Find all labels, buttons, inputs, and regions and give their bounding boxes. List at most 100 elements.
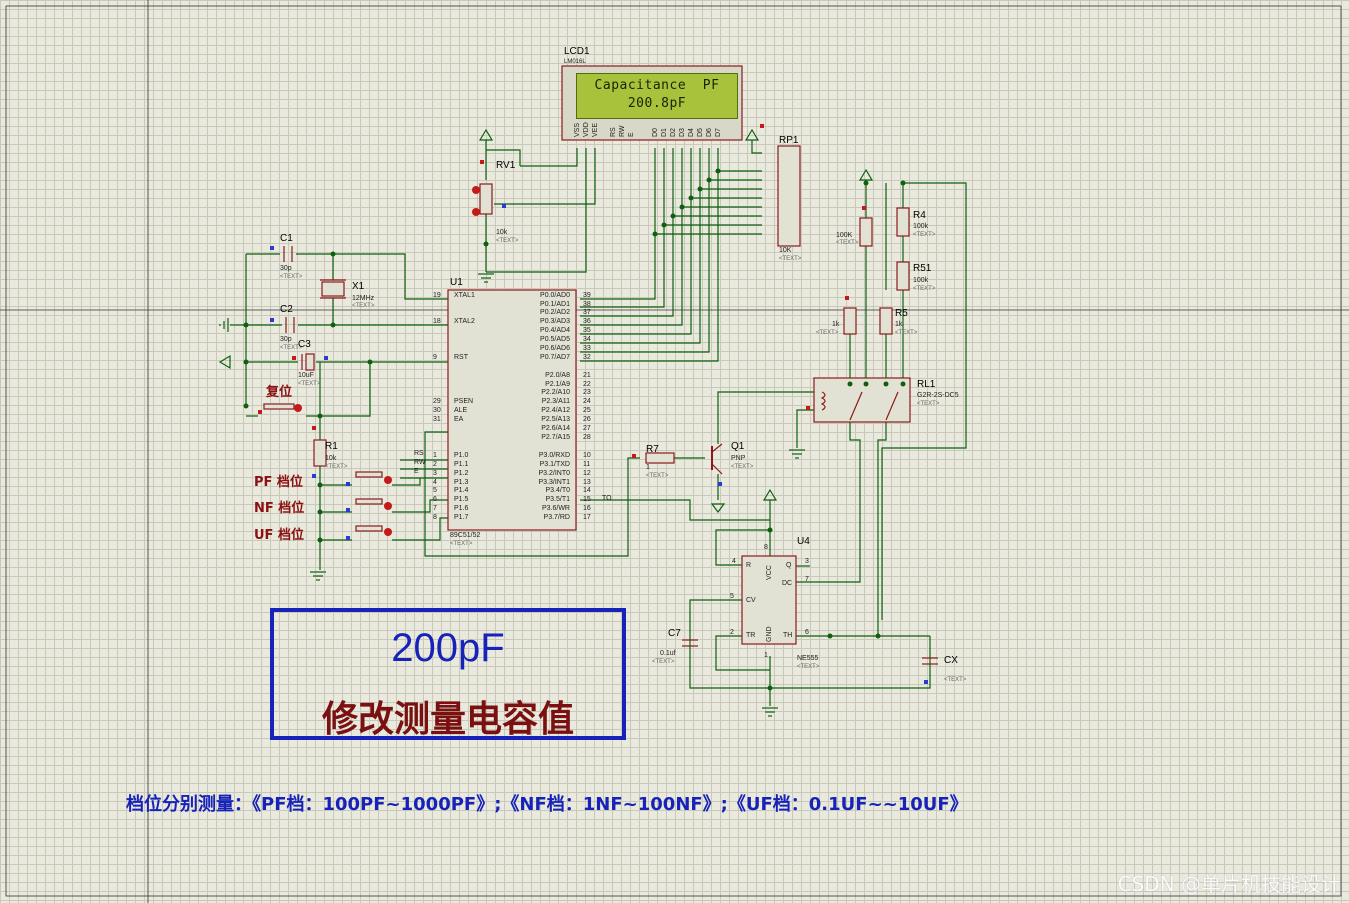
net-rs: RS (414, 450, 424, 457)
u4-num-1: 1 (764, 652, 768, 659)
c1-ref: C1 (280, 233, 293, 244)
x1-value: 12MHz (352, 295, 375, 302)
u1-pin-num-9: 9 (433, 354, 437, 361)
rp1-ref: RP1 (779, 135, 799, 146)
u4-pin-gnd: GND (766, 626, 773, 642)
reset-button-label[interactable]: 复位 (266, 381, 292, 400)
u4-num-4: 4 (732, 558, 736, 565)
u1-pin-p3-4-t0: P3.4/T0 (545, 487, 570, 494)
lcd-pin-rs: RS (610, 127, 617, 137)
q1-part: PNP (731, 455, 746, 462)
r1k-value: 1k (832, 321, 840, 328)
u1-pin-p1-3: P1.3 (454, 479, 469, 486)
info-value: 200pF (391, 626, 505, 670)
u1-pin-num-23: 23 (583, 389, 591, 396)
lcd-pin-d1: D1 (661, 128, 668, 137)
u1-pin-num-1: 1 (433, 452, 437, 459)
rv1-text: <TEXT> (496, 238, 519, 244)
rp1-value: 10K (779, 247, 792, 254)
u1-pin-num-18: 18 (433, 318, 441, 325)
u1-pin-num-39: 39 (583, 292, 591, 299)
r7-text: <TEXT> (646, 473, 669, 479)
rl1-text: <TEXT> (917, 401, 940, 407)
u1-pin-num-3: 3 (433, 470, 437, 477)
u1-pin-p0-3-ad3: P0.3/AD3 (540, 318, 570, 325)
lcd-pin-d5: D5 (697, 128, 704, 137)
u4-pin-tr: TR (746, 632, 756, 639)
r5-value: 1k (895, 321, 903, 328)
r100k-text: <TEXT> (836, 240, 859, 246)
u1-pin-num-36: 36 (583, 318, 591, 325)
u1-pin-num-25: 25 (583, 407, 591, 414)
nf-button-label[interactable]: NF 档位 (254, 497, 304, 516)
c3-text: <TEXT> (298, 381, 321, 387)
u1-pin-p2-0-a8: P2.0/A8 (545, 372, 570, 379)
c2-ref: C2 (280, 304, 293, 315)
u1-pin-num-2: 2 (433, 461, 437, 468)
u1-pin-p3-5-t1: P3.5/T1 (545, 496, 570, 503)
u1-pin-p0-1-ad1: P0.1/AD1 (540, 301, 570, 308)
rv1-value: 10k (496, 229, 508, 236)
u1-pin-num-16: 16 (583, 505, 591, 512)
uf-button-label[interactable]: UF 档位 (254, 524, 304, 543)
u1-pin-p3-0-rxd: P3.0/RXD (538, 452, 570, 459)
u1-pin-num-22: 22 (583, 381, 591, 388)
r7-value: 1 (646, 464, 650, 471)
u1-pin-p2-6-a14: P2.6/A14 (541, 425, 570, 432)
u4-text: <TEXT> (797, 664, 820, 670)
u1-pin-num-4: 4 (433, 479, 437, 486)
u1-pin-num-12: 12 (583, 470, 591, 477)
lcd-line-2: 200.8pF (627, 96, 687, 111)
u1-pin-xtal2: XTAL2 (454, 318, 475, 325)
lcd-pin-d2: D2 (670, 128, 677, 137)
lcd-pin-d3: D3 (679, 128, 686, 137)
u1-pin-p3-7-rd: P3.7/RD (543, 514, 570, 521)
r1k-text: <TEXT> (816, 330, 839, 336)
u1-pin-p2-4-a12: P2.4/A12 (541, 407, 570, 414)
r7-ref: R7 (646, 444, 659, 455)
watermark: CSDN @单片机技能设计 (1117, 872, 1341, 896)
cx-ref: CX (944, 655, 958, 666)
pf-button-label[interactable]: PF 档位 (254, 471, 303, 490)
u4-pin-dc: DC (782, 580, 793, 587)
c1-text: <TEXT> (280, 274, 303, 280)
info-box: 200pF 修改测量电容值 (270, 608, 626, 740)
u1-text: <TEXT> (450, 541, 473, 547)
u1-pin-p2-7-a15: P2.7/A15 (541, 434, 570, 441)
u1-pin-num-21: 21 (583, 372, 591, 379)
u4-pin-q: Q (786, 562, 792, 569)
u1-pin-p2-5-a13: P2.5/A13 (541, 416, 570, 423)
u1-pin-num-17: 17 (583, 514, 591, 521)
u4-pin-cv: CV (746, 597, 756, 604)
u1-pin-num-29: 29 (433, 398, 441, 405)
lcd-pin-vss: VSS (574, 122, 581, 137)
q1-text: <TEXT> (731, 464, 754, 470)
u1-pin-p0-4-ad4: P0.4/AD4 (540, 327, 570, 334)
u1-pin-num-38: 38 (583, 301, 591, 308)
u1-pin-ale: ALE (454, 407, 468, 414)
r51-text: <TEXT> (913, 286, 936, 292)
u1-pin-p1-0: P1.0 (454, 452, 469, 459)
u1-pin-p3-6-wr: P3.6/WR (541, 505, 570, 512)
r1-value: 10k (325, 455, 337, 462)
u1-pin-p0-0-ad0: P0.0/AD0 (540, 292, 570, 299)
u4-num-8: 8 (764, 544, 768, 551)
x1-ref: X1 (352, 281, 365, 292)
lcd-pin-d7: D7 (715, 128, 722, 137)
cx-text: <TEXT> (944, 677, 967, 683)
u1-pin-p1-6: P1.6 (454, 505, 469, 512)
u1-pin-num-14: 14 (583, 487, 591, 494)
u1-pin-num-31: 31 (433, 416, 441, 423)
u1-pin-p1-5: P1.5 (454, 496, 469, 503)
u1-pin-p0-6-ad6: P0.6/AD6 (540, 345, 570, 352)
u4-pin-th: TH (783, 632, 793, 639)
u4-num-6: 6 (805, 629, 809, 636)
u1-pin-p0-5-ad5: P0.5/AD5 (540, 336, 570, 343)
u1-pin-num-13: 13 (583, 479, 591, 486)
u4-part: NE555 (797, 655, 819, 662)
r4-ref: R4 (913, 210, 926, 221)
c7-value: 0.1uf (660, 650, 676, 657)
c3-value: 10uF (298, 372, 314, 379)
r5-ref: R5 (895, 308, 908, 319)
c1-value: 30p (280, 265, 292, 272)
